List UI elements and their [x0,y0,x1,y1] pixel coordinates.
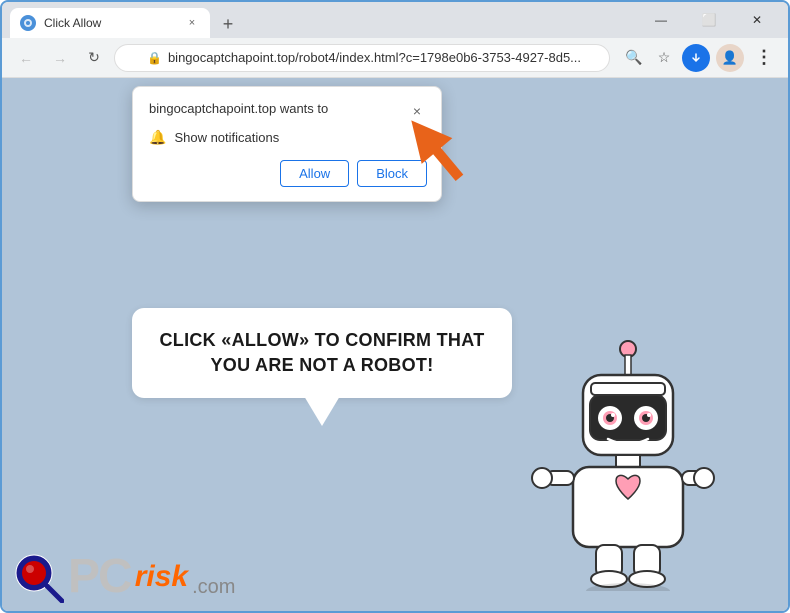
bookmark-icon-button[interactable]: ☆ [650,44,678,72]
robot-illustration [528,331,728,591]
search-icon-button[interactable]: 🔍 [620,44,648,72]
title-bar: Click Allow × + — ⬜ ✕ [2,2,788,38]
new-tab-button[interactable]: + [214,10,242,38]
profile-button[interactable]: 👤 [716,44,744,72]
menu-button[interactable]: ⋮ [750,44,778,72]
lock-icon: 🔒 [147,51,162,65]
tab-close-button[interactable]: × [184,15,200,31]
window-controls: — ⬜ ✕ [638,4,780,36]
active-tab[interactable]: Click Allow × [10,8,210,38]
bell-icon: 🔔 [149,129,166,146]
pcrisk-logo: PC risk .com [12,551,235,603]
tab-favicon [20,15,36,31]
forward-button[interactable]: → [46,44,74,72]
popup-header: bingocaptchapoint.top wants to × [149,101,427,121]
address-input[interactable]: 🔒 bingocaptchapoint.top/robot4/index.htm… [114,44,610,72]
close-button[interactable]: ✕ [734,4,780,36]
maximize-button[interactable]: ⬜ [686,4,732,36]
browser-window: Click Allow × + — ⬜ ✕ ← → ↻ 🔒 bingocaptc… [0,0,790,613]
bubble-text: CLICK «ALLOW» TO CONFIRM THAT YOU ARE NO… [156,328,488,378]
download-icon-button[interactable] [682,44,710,72]
allow-button[interactable]: Allow [280,160,349,187]
arrow-indicator [392,106,472,186]
minimize-button[interactable]: — [638,4,684,36]
address-actions: 🔍 ☆ [620,44,710,72]
back-button[interactable]: ← [12,44,40,72]
speech-bubble: CLICK «ALLOW» TO CONFIRM THAT YOU ARE NO… [132,308,512,398]
refresh-button[interactable]: ↻ [80,44,108,72]
popup-buttons: Allow Block [149,160,427,187]
risk-logo-text: risk [135,560,188,594]
com-logo-text: .com [192,576,235,599]
pc-logo-text: PC [68,553,131,601]
popup-site-text: bingocaptchapoint.top wants to [149,101,328,116]
tab-title: Click Allow [44,16,176,30]
popup-permission: 🔔 Show notifications [149,129,427,146]
popup-permission-text: Show notifications [174,130,279,145]
tab-bar: Click Allow × + [10,2,632,38]
magnifier-icon [12,551,64,603]
url-text: bingocaptchapoint.top/robot4/index.html?… [168,50,581,65]
page-content: bingocaptchapoint.top wants to × 🔔 Show … [2,78,788,611]
address-bar: ← → ↻ 🔒 bingocaptchapoint.top/robot4/ind… [2,38,788,78]
